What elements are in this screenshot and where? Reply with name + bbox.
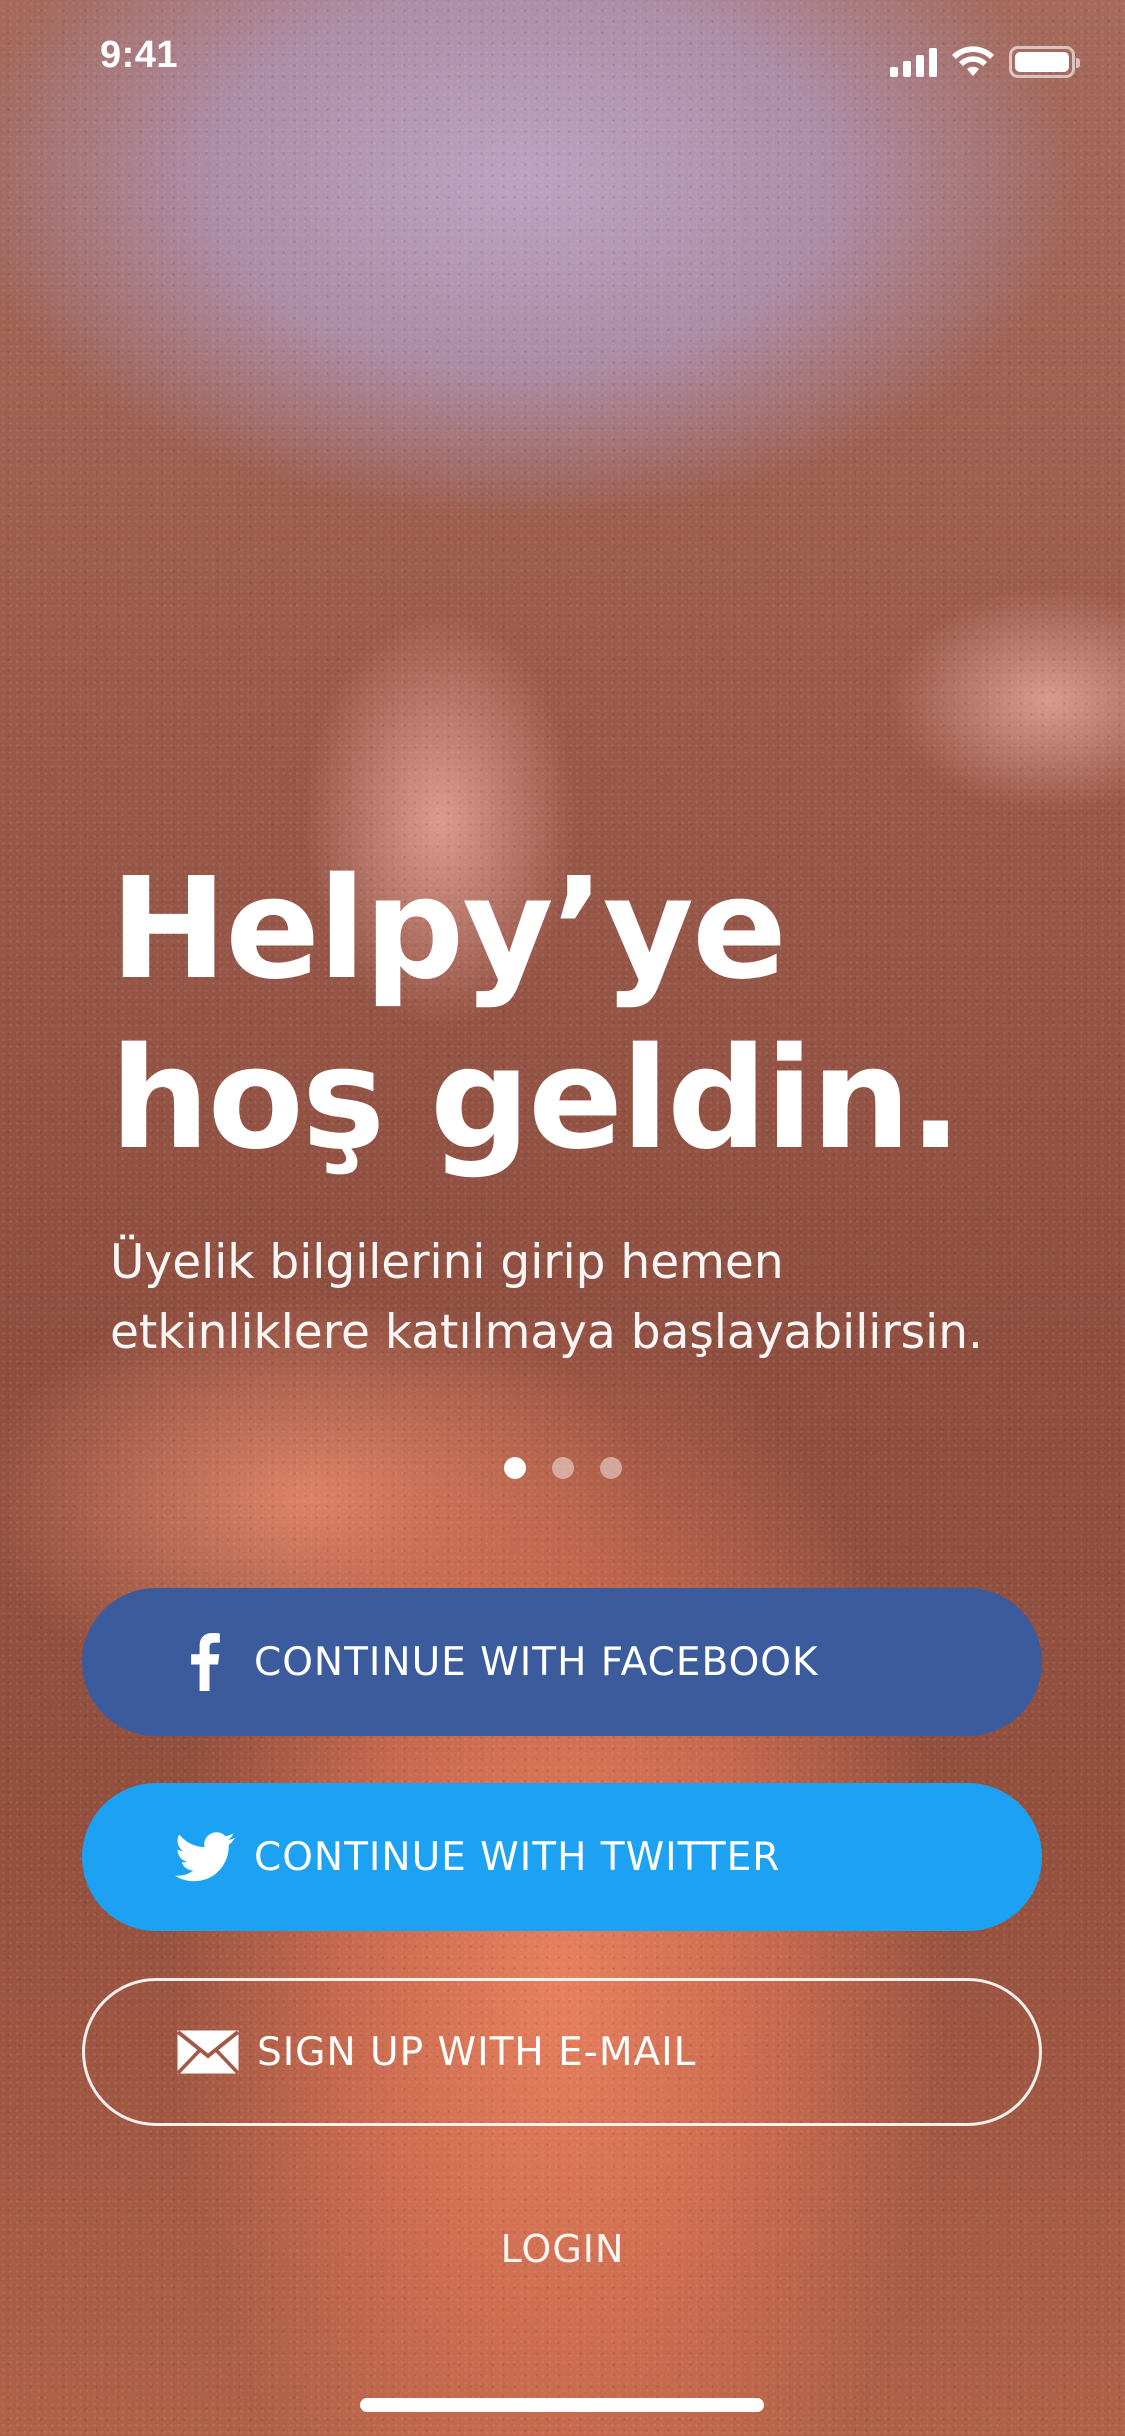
page-dot-2[interactable] [552, 1457, 574, 1479]
welcome-title-line-1: Helpy’ye [110, 848, 787, 1011]
page-dot-1[interactable] [504, 1457, 526, 1479]
battery-icon [1009, 46, 1080, 78]
home-indicator[interactable] [360, 2398, 764, 2412]
sign-up-with-email-button[interactable]: SIGN UP WITH E-MAIL [82, 1978, 1042, 2126]
twitter-icon [170, 1822, 240, 1892]
continue-with-facebook-button[interactable]: CONTINUE WITH FACEBOOK [82, 1588, 1042, 1736]
welcome-subtitle-line-1: Üyelik bilgilerini girip hemen [110, 1235, 784, 1290]
status-bar: 9:41 [0, 0, 1125, 120]
page-indicator [504, 1457, 622, 1479]
facebook-icon [170, 1627, 240, 1697]
welcome-title: Helpy’ye hoş geldin. [110, 845, 1010, 1185]
cellular-signal-icon [890, 47, 937, 77]
login-link[interactable]: LOGIN [0, 2227, 1125, 2271]
page-dot-3[interactable] [600, 1457, 622, 1479]
wifi-icon [952, 46, 994, 76]
email-button-label: SIGN UP WITH E-MAIL [257, 2029, 697, 2075]
status-time: 9:41 [100, 34, 179, 76]
welcome-title-line-2: hoş geldin. [110, 1018, 962, 1181]
twitter-button-label: CONTINUE WITH TWITTER [254, 1834, 781, 1880]
status-icons [890, 46, 1080, 78]
mail-icon [173, 2017, 243, 2087]
continue-with-twitter-button[interactable]: CONTINUE WITH TWITTER [82, 1783, 1042, 1931]
welcome-subtitle: Üyelik bilgilerini girip hemen etkinlikl… [110, 1228, 1070, 1368]
welcome-subtitle-line-2: etkinliklere katılmaya başlayabilirsin. [110, 1305, 983, 1360]
onboarding-screen: 9:41 Helpy’ye hoş geldin. Üyelik bilgile… [0, 0, 1125, 2436]
facebook-button-label: CONTINUE WITH FACEBOOK [254, 1639, 819, 1685]
